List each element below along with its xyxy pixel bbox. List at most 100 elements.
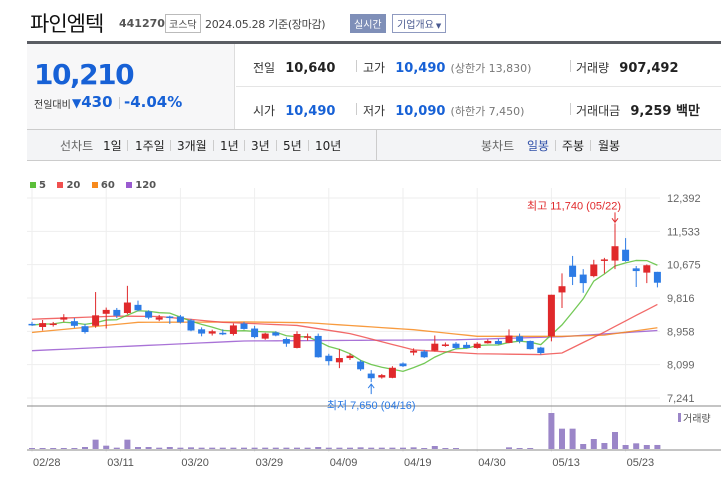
candle-body (304, 336, 312, 338)
candle-body (346, 355, 354, 359)
volume-bar (92, 439, 99, 449)
y-tick-label: 12,392 (667, 193, 701, 205)
candle-body (60, 317, 68, 320)
candle-body (505, 335, 513, 343)
candle-body (484, 340, 492, 344)
volume-bar (506, 447, 512, 449)
candle-body (516, 336, 524, 342)
candle-body (49, 323, 57, 326)
volume-bar (135, 447, 141, 449)
volume-bar (209, 447, 216, 449)
volume-bar (145, 447, 152, 449)
candle-body (378, 375, 386, 378)
volume-bar (251, 447, 258, 449)
candle-body (388, 367, 396, 378)
candle-body (494, 340, 502, 345)
volume-bar (188, 447, 194, 449)
ma5-line (31, 259, 658, 372)
volume-bar (421, 448, 428, 449)
candle-body (569, 265, 577, 277)
volume-bar (548, 413, 555, 449)
candle-body (367, 373, 375, 379)
candle-body (261, 333, 269, 339)
candle-body (176, 316, 184, 323)
volume-bar (410, 447, 417, 449)
volume-bar (230, 447, 237, 449)
candle-body (325, 355, 333, 362)
volume-bar (389, 447, 396, 449)
volume-bar (622, 445, 629, 449)
candle-body (251, 328, 259, 338)
candle-body (653, 271, 661, 283)
candle-body (70, 321, 78, 326)
volume-bar (29, 448, 35, 449)
candle-body (102, 309, 110, 314)
volume-bar (219, 447, 226, 449)
volume-bar (357, 447, 364, 449)
x-tick-label: 05/13 (552, 457, 580, 469)
volume-bar (590, 439, 597, 449)
volume-legend-swatch (678, 413, 681, 422)
volume-bar (82, 447, 88, 449)
candle-body (473, 343, 481, 348)
high-annotation: 최고 11,740 (05/22) (527, 199, 621, 212)
candle-body (229, 325, 237, 334)
candle-body (92, 315, 100, 326)
candle-body (240, 323, 248, 329)
volume-bar (442, 448, 449, 449)
candle-body (282, 339, 290, 344)
volume-bar (516, 448, 523, 449)
candle-body (335, 358, 343, 363)
candle-body (431, 343, 439, 351)
candle-body (399, 363, 407, 367)
volume-legend-label: 거래량 (683, 413, 711, 425)
volume-bar (283, 447, 290, 449)
candle-body (526, 340, 534, 350)
low-annotation: 최저 7,650 (04/16) (327, 399, 416, 412)
volume-bar (60, 448, 67, 449)
volume-bar (156, 447, 163, 449)
candle-body (611, 246, 619, 261)
x-tick-label: 03/29 (256, 457, 284, 469)
candlestick-chart[interactable]: 12,392 11,533 10,675 9,816 8,958 8,099 7,241 02… (0, 0, 721, 485)
y-tick-label: 9,816 (667, 293, 695, 305)
candle-body (155, 317, 163, 320)
candle-body (622, 249, 630, 261)
candle-body (293, 333, 301, 348)
candle-body (357, 361, 365, 370)
volume-bar (39, 448, 46, 449)
volume-bar (71, 448, 78, 449)
candle-body (81, 326, 89, 333)
x-tick-label: 04/19 (404, 457, 432, 469)
volume-bar (166, 447, 173, 449)
candle-body (272, 332, 280, 336)
x-tick-label: 03/20 (181, 457, 209, 469)
candle-body (39, 323, 47, 327)
ma120-line (31, 329, 658, 352)
x-tick-label: 02/28 (33, 457, 61, 469)
y-tick-label: 10,675 (667, 260, 701, 272)
volume-bar (177, 447, 184, 449)
x-tick-label: 03/11 (107, 457, 134, 469)
volume-bar (633, 443, 640, 449)
volume-bar (527, 448, 534, 449)
candle-body (134, 304, 142, 311)
volume-bar (654, 444, 661, 449)
candle-body (643, 265, 651, 273)
volume-bar (431, 446, 438, 449)
volume-bar (400, 447, 406, 449)
volume-bar (643, 445, 650, 449)
volume-bar (325, 447, 332, 449)
volume-bar (347, 447, 353, 449)
candle-body (600, 259, 608, 261)
volume-bar (580, 444, 587, 449)
volume-bar (113, 447, 120, 449)
volume-bar (50, 448, 57, 449)
candle-body (463, 344, 471, 348)
volume-bar (198, 447, 205, 449)
x-tick-label: 04/09 (330, 457, 358, 469)
y-tick-label: 11,533 (667, 226, 700, 238)
y-tick-label: 8,958 (667, 326, 695, 338)
volume-bar (103, 445, 110, 449)
candle-body (590, 264, 598, 277)
